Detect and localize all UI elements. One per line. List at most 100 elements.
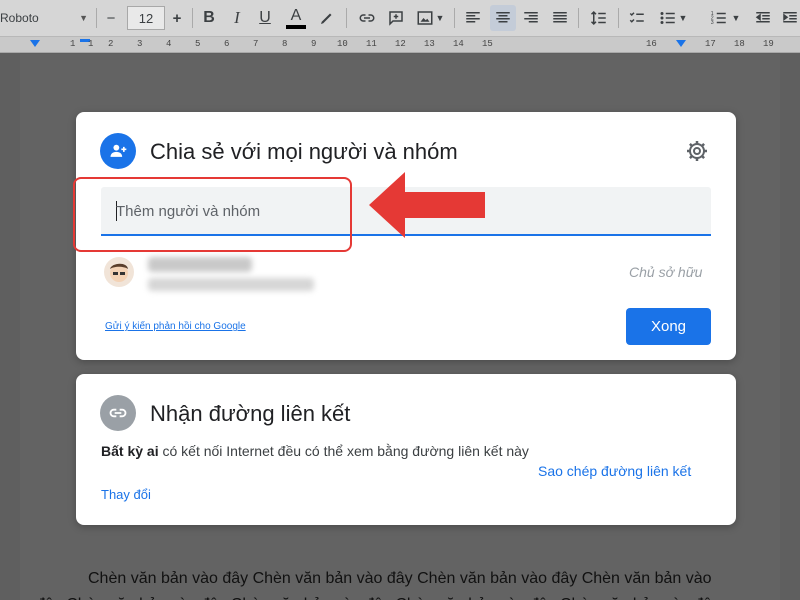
ruler-mark: 1 [70,39,76,49]
ruler-mark: 14 [453,39,464,49]
bold-icon: B [203,9,215,26]
ruler-mark: 17 [705,39,716,49]
ruler-mark: 1 [88,39,94,49]
ruler-mark: 10 [337,39,348,49]
toolbar-divider [346,8,347,28]
align-center-button[interactable] [490,5,516,31]
underline-icon: U [259,9,271,26]
toolbar-divider [454,8,455,28]
left-indent-marker[interactable] [30,40,40,47]
get-link-title: Nhận đường liên kết [150,401,351,426]
insert-link-button[interactable] [355,5,379,31]
ruler-mark: 19 [763,39,774,49]
align-justify-button[interactable] [549,5,571,31]
ruler-mark: 16 [646,39,657,49]
numbered-list-icon: 123 [710,11,726,26]
owner-role-label: Chủ sở hữu [629,264,703,280]
chevron-down-icon: ▼ [731,13,741,23]
text-color-swatch [286,24,306,29]
indent-decrease-icon [755,12,770,23]
owner-email-redacted [148,278,314,291]
toolbar-divider [618,8,619,28]
align-left-button[interactable] [462,5,484,31]
italic-button[interactable]: I [226,5,248,31]
ruler-mark: 3 [137,39,143,49]
annotation-highlight-box [73,177,352,252]
svg-text:3: 3 [710,20,713,26]
font-size-input[interactable]: 12 [127,6,165,30]
align-center-icon [496,12,510,23]
italic-icon: I [234,8,240,27]
link-access-description: Bất kỳ ai có kết nối Internet đều có thể… [101,441,531,462]
get-link-dialog: Nhận đường liên kết Bất kỳ ai có kết nối… [76,374,736,525]
text-color-icon: A [290,6,302,24]
plus-icon: + [172,9,182,27]
change-access-link[interactable]: Thay đổi [101,487,151,502]
done-button[interactable]: Xong [626,308,711,345]
ruler-mark: 12 [395,39,406,49]
line-spacing-button[interactable] [587,5,611,31]
bullet-list-button[interactable]: ▼ [656,5,690,31]
link-access-detail: có kết nối Internet đều có thể xem bằng … [158,443,529,459]
link-icon [100,395,136,431]
toolbar-divider [96,8,97,28]
text-color-button[interactable]: A [284,5,308,31]
horizontal-ruler[interactable]: 1 1 2 3 4 5 6 7 8 9 10 11 12 13 14 15 16… [0,37,800,53]
numbered-list-button[interactable]: 123 ▼ [705,5,745,31]
share-dialog-title: Chia sẻ với mọi người và nhóm [150,139,458,164]
ruler-mark: 18 [734,39,745,49]
settings-button[interactable] [685,139,711,165]
increase-font-size-button[interactable]: + [166,5,188,31]
align-right-button[interactable] [520,5,542,31]
ruler-mark: 2 [108,39,114,49]
indent-increase-icon [783,12,797,23]
increase-indent-button[interactable] [780,5,800,31]
add-person-icon [100,133,136,169]
toolbar-divider [192,8,193,28]
font-size-value: 12 [138,10,154,26]
chevron-down-icon: ▼ [79,13,88,23]
ruler-mark: 4 [166,39,172,49]
minus-icon: − [106,9,116,27]
align-justify-icon [553,12,567,23]
avatar [104,257,134,287]
formatting-toolbar: Roboto ▼ − 12 + B I U A ▼ ▼ 1 2 3 ▼ [0,0,800,37]
highlight-pen-icon [321,13,332,24]
highlight-color-button[interactable] [316,5,338,31]
ruler-mark: 5 [195,39,201,49]
right-indent-marker[interactable] [676,40,686,47]
ruler-mark: 6 [224,39,230,49]
ruler-mark: 15 [482,39,493,49]
gear-icon [687,141,707,161]
align-left-icon [466,12,480,23]
bullet-list-icon [660,12,675,24]
image-icon [417,11,433,25]
ruler-mark: 8 [282,39,288,49]
send-feedback-link[interactable]: Gửi ý kiến phản hồi cho Google [105,321,246,332]
add-comment-button[interactable] [385,5,407,31]
bold-button[interactable]: B [198,5,220,31]
checklist-button[interactable] [626,5,648,31]
decrease-indent-button[interactable] [752,5,774,31]
ruler-mark: 11 [366,39,377,49]
chevron-down-icon: ▼ [678,13,688,23]
decrease-font-size-button[interactable]: − [100,5,122,31]
annotation-arrow-icon [369,172,485,238]
underline-button[interactable]: U [254,5,276,31]
link-access-scope: Bất kỳ ai [101,443,159,459]
checklist-icon [629,12,644,23]
insert-image-button[interactable]: ▼ [413,5,447,31]
toolbar-divider [578,8,579,28]
line-spacing-icon [590,10,606,26]
chevron-down-icon: ▼ [435,13,445,23]
link-icon [359,14,375,22]
ruler-mark: 7 [253,39,259,49]
font-family-select[interactable]: Roboto ▼ [0,5,92,31]
ruler-mark: 9 [311,39,317,49]
comment-icon [389,11,403,26]
ruler-mark: 13 [424,39,435,49]
align-right-icon [524,12,538,23]
font-family-value: Roboto [0,11,39,25]
copy-link-button[interactable]: Sao chép đường liên kết [538,463,691,479]
owner-name-redacted [148,257,252,272]
